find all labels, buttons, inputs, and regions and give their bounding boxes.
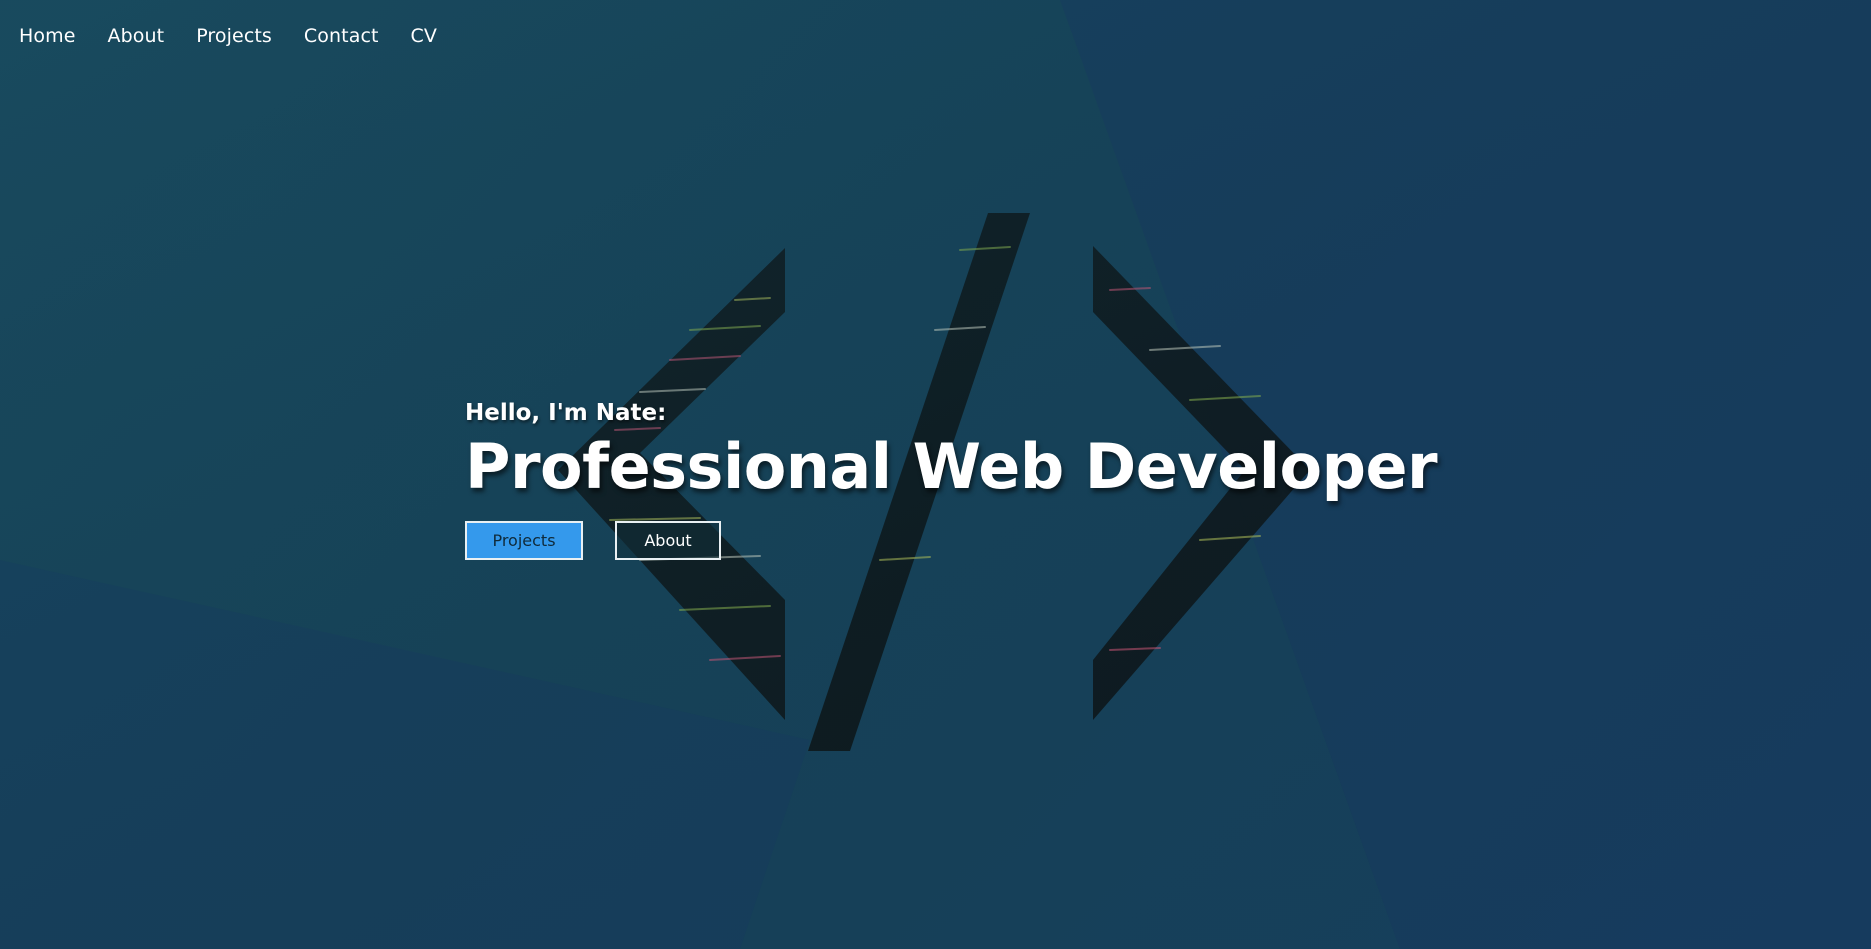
- about-button[interactable]: About: [615, 521, 721, 561]
- nav-item-about[interactable]: About: [108, 25, 165, 47]
- nav-item-cv[interactable]: CV: [411, 25, 437, 47]
- hero-actions: Projects About: [465, 521, 1437, 561]
- landing-page: Home About Projects Contact CV Hello, I'…: [0, 0, 1871, 949]
- hero-section: Hello, I'm Nate: Professional Web Develo…: [465, 400, 1438, 561]
- hero-headline: Professional Web Developer: [465, 430, 1438, 503]
- main-nav: Home About Projects Contact CV: [19, 25, 469, 47]
- hero-intro: Hello, I'm Nate:: [465, 400, 667, 426]
- nav-item-contact[interactable]: Contact: [304, 25, 379, 47]
- nav-item-home[interactable]: Home: [19, 25, 76, 47]
- projects-button[interactable]: Projects: [465, 521, 583, 561]
- nav-item-projects[interactable]: Projects: [196, 25, 272, 47]
